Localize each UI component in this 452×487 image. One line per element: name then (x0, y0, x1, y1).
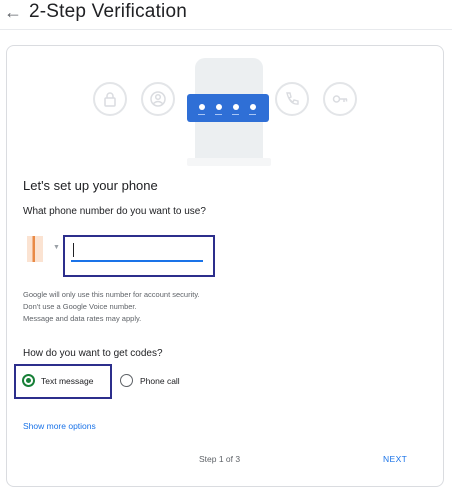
lock-icon (93, 82, 127, 116)
arrow-back-icon[interactable]: ← (4, 3, 22, 21)
phone-illustration-base (187, 158, 271, 166)
page-header: ← 2-Step Verification (0, 0, 452, 28)
note-line: Google will only use this number for acc… (23, 290, 200, 299)
note-line: Don't use a Google Voice number. (23, 302, 137, 311)
pin-dot (250, 104, 256, 110)
pin-underline (232, 114, 239, 115)
show-more-options-link[interactable]: Show more options (23, 421, 96, 431)
setup-card: Let's set up your phone What phone numbe… (6, 45, 444, 487)
pin-underline (198, 114, 205, 115)
pin-underline (215, 114, 222, 115)
account-circle-icon (141, 82, 175, 116)
chevron-down-icon[interactable]: ▼ (53, 244, 60, 251)
codes-question: How do you want to get codes? (23, 348, 163, 359)
pin-dot (233, 104, 239, 110)
next-button[interactable]: NEXT (383, 454, 407, 464)
key-icon (323, 82, 357, 116)
phone-icon (275, 82, 309, 116)
phone-number-question: What phone number do you want to use? (23, 206, 206, 217)
text-cursor (73, 243, 74, 257)
note-line: Message and data rates may apply. (23, 314, 142, 323)
country-flag-icon[interactable] (27, 236, 43, 262)
pin-dot (199, 104, 205, 110)
text-message-label[interactable]: Text message (41, 376, 93, 386)
section-heading: Let's set up your phone (23, 178, 158, 193)
step-indicator: Step 1 of 3 (199, 454, 241, 464)
phone-call-label[interactable]: Phone call (140, 376, 180, 386)
header-divider (0, 29, 452, 30)
phone-number-input[interactable] (71, 240, 203, 262)
phone-notes: Google will only use this number for acc… (23, 289, 200, 325)
pin-underline (249, 114, 256, 115)
text-message-radio[interactable] (22, 374, 35, 387)
pin-dot (216, 104, 222, 110)
pin-code-bar (187, 94, 269, 122)
page-title: 2-Step Verification (29, 1, 187, 22)
phone-call-radio[interactable] (120, 374, 133, 387)
